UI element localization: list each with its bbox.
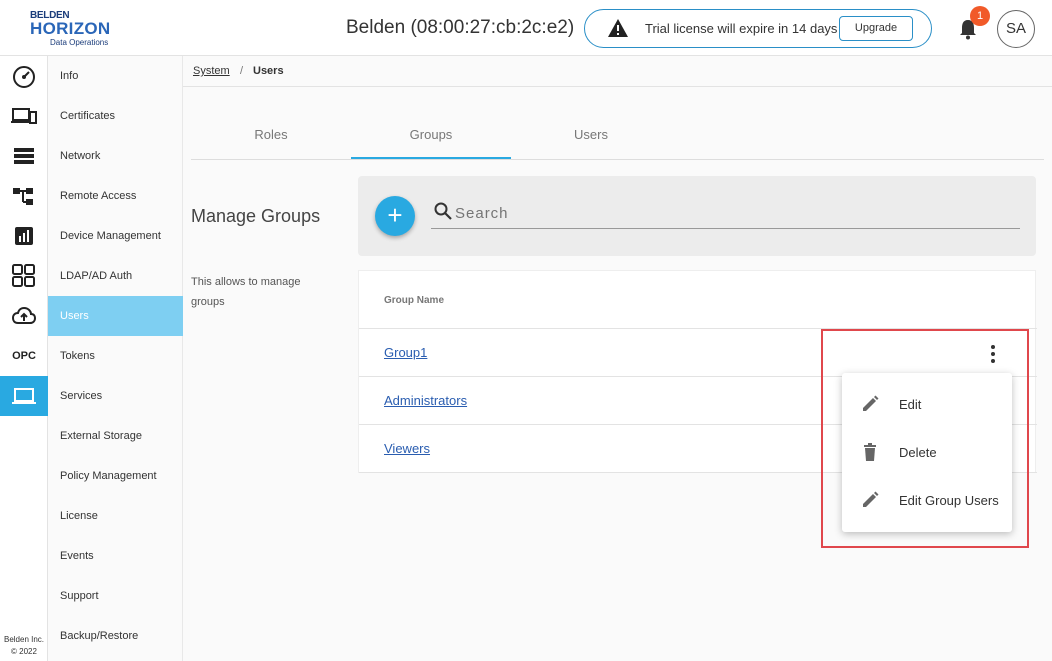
devices-icon [11,108,37,124]
notification-badge: 1 [970,6,990,26]
submenu-remote-access[interactable]: Remote Access [48,176,183,216]
copyright-year: © 2022 [11,647,37,656]
user-avatar[interactable]: SA [997,10,1035,48]
rail-cloud-upload[interactable] [0,296,48,336]
page-title: Manage Groups [191,206,321,226]
chart-icon [15,227,33,245]
menu-item-label: Delete [899,445,937,460]
rail-list[interactable] [0,136,48,176]
add-group-button[interactable]: + [375,196,415,236]
apps-grid-icon [12,264,35,287]
rail-devices[interactable] [0,96,48,136]
app-header: BELDEN HORIZON Data Operations Belden (0… [0,0,1052,56]
tab-groups[interactable]: Groups [351,114,511,159]
cloud-upload-icon [11,306,37,324]
submenu-license[interactable]: License [48,496,183,536]
logo-line2: HORIZON [30,19,111,38]
rail-apps[interactable] [0,256,48,296]
menu-item-delete[interactable]: Delete [842,428,1012,476]
row-context-menu: Edit Delete Edit Group Users [842,373,1012,532]
submenu-ldap-ad-auth[interactable]: LDAP/AD Auth [48,256,183,296]
search-icon [434,202,452,220]
column-header-group-name[interactable]: Group Name [384,295,444,306]
tab-bar: Roles Groups Users [191,114,1044,160]
submenu-users[interactable]: Users [48,296,183,336]
laptop-icon [12,388,36,404]
opc-icon: OPC [12,350,36,362]
submenu-backup-restore[interactable]: Backup/Restore [48,616,183,656]
submenu-services[interactable]: Services [48,376,183,416]
submenu-external-storage[interactable]: External Storage [48,416,183,456]
dashboard-icon [13,66,35,88]
submenu-info[interactable]: Info [48,56,183,96]
breadcrumb-current: Users [253,65,284,77]
search-field [431,198,1020,229]
tab-users[interactable]: Users [511,114,671,159]
menu-item-label: Edit [899,397,922,412]
breadcrumb: System / Users [183,56,1052,87]
trash-icon [864,443,876,461]
submenu-network[interactable]: Network [48,136,183,176]
menu-item-label: Edit Group Users [899,493,999,508]
page-description: This allows to manage groups [191,276,301,308]
group-link[interactable]: Administrators [384,393,467,408]
trial-license-banner: Trial license will expire in 14 days Upg… [584,9,932,48]
rail-system[interactable] [0,376,48,416]
upgrade-button[interactable]: Upgrade [839,16,913,41]
group-link[interactable]: Group1 [384,345,427,360]
pencil-icon [863,395,879,411]
search-input[interactable] [455,202,1015,224]
copyright-company: Belden Inc. [3,635,45,644]
logo-line3: Data Operations [50,38,109,47]
tab-roles[interactable]: Roles [191,114,351,159]
pencil-icon [863,491,879,507]
topology-icon [13,188,33,205]
rail-dashboard[interactable] [0,56,48,96]
submenu-policy-management[interactable]: Policy Management [48,456,183,496]
list-icon [14,148,34,164]
rail-chart[interactable] [0,216,48,256]
icon-rail: OPC Belden Inc. © 2022 [0,56,48,661]
device-title: Belden (08:00:27:cb:2c:e2) [346,17,575,38]
belden-horizon-logo[interactable]: BELDEN HORIZON Data Operations [30,10,120,48]
submenu-tokens[interactable]: Tokens [48,336,183,376]
group-link[interactable]: Viewers [384,441,430,456]
system-submenu: Info Certificates Network Remote Access … [48,56,183,661]
copyright: Belden Inc. © 2022 [0,634,48,658]
table-header: Group Name [359,271,1037,329]
warning-icon [608,19,628,37]
search-toolbar: + [358,176,1036,256]
submenu-support[interactable]: Support [48,576,183,616]
submenu-events[interactable]: Events [48,536,183,576]
menu-item-edit-group-users[interactable]: Edit Group Users [842,476,1012,524]
rail-topology[interactable] [0,176,48,216]
breadcrumb-system-link[interactable]: System [193,65,230,77]
submenu-device-management[interactable]: Device Management [48,216,183,256]
submenu-certificates[interactable]: Certificates [48,96,183,136]
trial-text: Trial license will expire in 14 days [645,21,838,36]
rail-opc[interactable]: OPC [0,336,48,376]
menu-item-edit[interactable]: Edit [842,380,1012,428]
breadcrumb-separator: / [240,65,244,77]
